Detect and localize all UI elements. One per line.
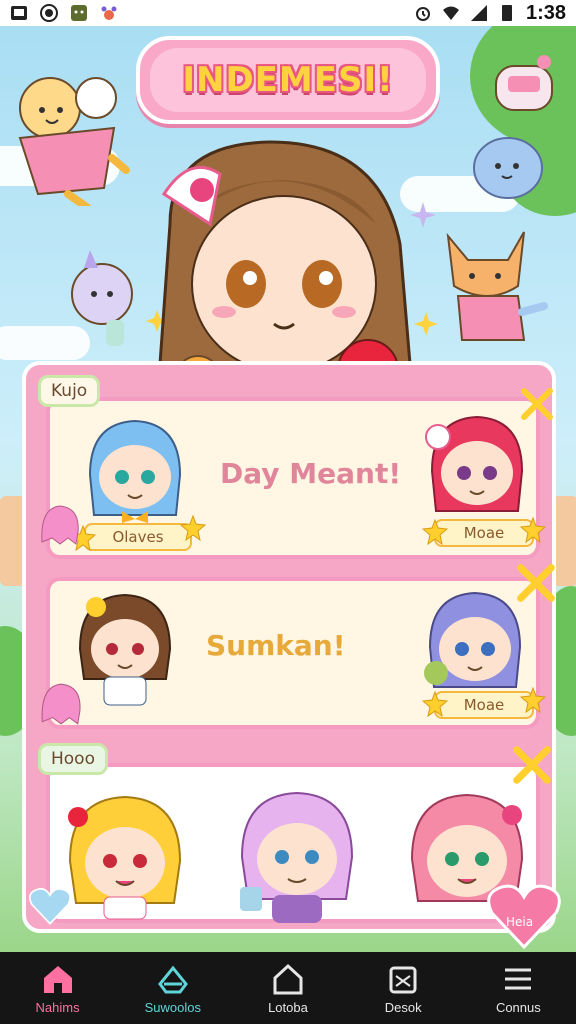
star-icon [520, 517, 546, 543]
status-right: 1:38 [414, 2, 566, 25]
character-name-plate: Moae [434, 691, 534, 719]
bunny-creature-icon [71, 250, 133, 346]
gallery-icon [11, 6, 27, 20]
nav-label: Lotoba [268, 999, 308, 1015]
card-tag: Kujo [38, 375, 101, 407]
character-name-plate: Olaves [84, 523, 192, 551]
star-icon [422, 519, 448, 545]
android-icon [71, 5, 87, 21]
bow-ribbon-icon [513, 746, 551, 784]
bottom-navigation: Nahims Suwoolos Lotoba Desok Connus [0, 952, 576, 1024]
nav-label: Desok [384, 999, 422, 1015]
nav-label: Suwoolos [144, 999, 201, 1015]
brown-hair-avatar[interactable] [70, 589, 180, 709]
nav-item-home[interactable]: Nahims [0, 952, 115, 1024]
nav-item-menu[interactable]: Connus [461, 952, 576, 1024]
signal-icon [470, 5, 487, 21]
nav-item-crown[interactable]: Suwoolos [115, 952, 230, 1024]
nav-item-shop[interactable]: Desok [346, 952, 461, 1024]
blue-hair-avatar[interactable] [80, 415, 190, 525]
paw-icon [101, 6, 117, 20]
pink-hair-avatar[interactable] [232, 787, 362, 923]
card-headline: Day Meant! [220, 457, 402, 490]
house-outline-icon [273, 963, 303, 994]
status-left [10, 4, 118, 22]
star-icon [422, 691, 448, 717]
bubble-creature-icon [473, 137, 543, 199]
heart-button[interactable]: Heia [486, 881, 562, 951]
game-scene: INDEMESI! Kujo Olaves Day Meant! Moae Su… [0, 26, 576, 952]
alarm-icon [415, 7, 430, 21]
crown-icon [157, 965, 188, 993]
home-icon [43, 965, 72, 993]
page-title: INDEMESI! [182, 60, 394, 100]
blonde-hair-avatar[interactable] [60, 791, 190, 921]
wifi-icon [442, 6, 459, 20]
menu-icon [505, 968, 532, 989]
nav-label: Connus [495, 999, 541, 1015]
character-panel: Kujo Olaves Day Meant! Moae Sumkan! Moae… [22, 361, 561, 950]
record-icon [40, 4, 58, 22]
robot-creature-icon [495, 55, 553, 111]
character-card[interactable]: Hooo [38, 743, 551, 923]
flowerpot-creature-icon [18, 77, 130, 206]
character-name-plate: Moae [434, 519, 534, 547]
character-card[interactable]: Kujo Olaves Day Meant! Moae [38, 375, 553, 559]
battery-icon [501, 5, 512, 21]
title-banner: INDEMESI! [136, 36, 440, 124]
nav-label: Nahims [35, 999, 80, 1015]
red-hair-avatar[interactable] [422, 411, 532, 521]
purple-hair-avatar[interactable] [420, 587, 530, 697]
status-bar: 1:38 [0, 0, 576, 26]
shop-icon [389, 966, 417, 993]
bow-ribbon-icon [517, 564, 555, 602]
pink-ghost-icon [41, 683, 81, 725]
title-inner: INDEMESI! [150, 48, 426, 112]
nav-item-lobby[interactable]: Lotoba [230, 952, 345, 1024]
card-headline: Sumkan! [206, 629, 346, 662]
bow-ribbon-icon [521, 388, 553, 420]
blue-heart-icon [28, 888, 72, 925]
fox-creature-icon [446, 231, 548, 341]
star-icon [180, 515, 206, 541]
status-time: 1:38 [525, 1, 566, 24]
heart-label: Heia [506, 915, 534, 929]
pink-ghost-icon [41, 505, 79, 545]
star-icon [520, 687, 546, 713]
card-tag: Hooo [38, 743, 108, 775]
character-card[interactable]: Sumkan! Moae [46, 564, 555, 729]
